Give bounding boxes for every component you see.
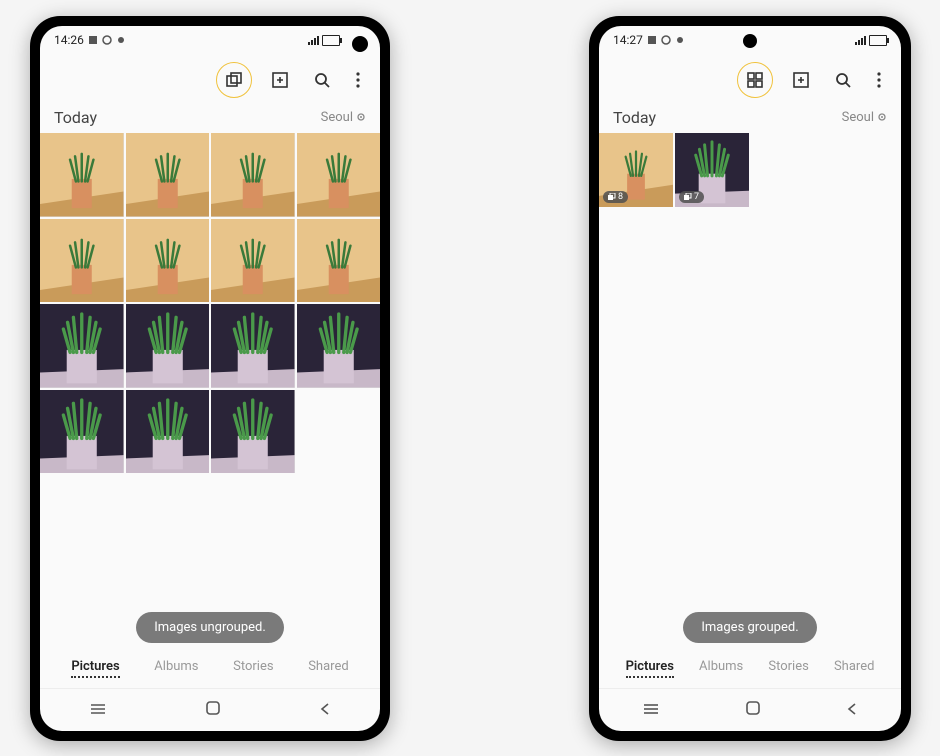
create-button[interactable] <box>266 66 294 94</box>
more-button[interactable] <box>350 66 366 94</box>
photo-thumb[interactable] <box>297 219 381 303</box>
status-time: 14:26 <box>54 33 84 47</box>
nav-bar <box>40 688 380 731</box>
nav-back-icon[interactable] <box>319 701 331 720</box>
photo-thumb[interactable] <box>297 133 381 217</box>
nav-home-icon[interactable] <box>745 700 761 720</box>
toast-message: Images grouped. <box>683 612 816 643</box>
photo-thumb[interactable] <box>126 219 210 303</box>
tab-pictures[interactable]: Pictures <box>626 659 674 678</box>
toolbar <box>40 54 380 106</box>
toolbar <box>599 54 901 106</box>
location-label[interactable]: Seoul <box>842 110 887 125</box>
photo-thumb[interactable] <box>40 304 124 388</box>
tab-stories[interactable]: Stories <box>768 659 808 678</box>
photo-thumb[interactable] <box>126 390 210 474</box>
photo-thumb[interactable] <box>211 390 295 474</box>
stack-icon <box>608 193 616 201</box>
search-button[interactable] <box>308 66 336 94</box>
tab-shared[interactable]: Shared <box>308 659 348 678</box>
notification-icon <box>88 35 98 45</box>
photo-thumb[interactable] <box>297 304 381 388</box>
status-bar: 14:27 <box>599 26 901 54</box>
nav-home-icon[interactable] <box>205 700 221 720</box>
stack-icon <box>684 193 692 201</box>
section-header: Today Seoul <box>599 106 901 133</box>
stack-count-badge: 8 <box>603 191 628 203</box>
stack-count-badge: 7 <box>679 191 704 203</box>
status-bar: 14:26 <box>40 26 380 54</box>
sync-status-icon <box>116 35 126 45</box>
more-button[interactable] <box>871 66 887 94</box>
bottom-tabs: Pictures Albums Stories Shared <box>40 653 380 688</box>
tab-pictures[interactable]: Pictures <box>71 659 119 678</box>
nav-bar <box>599 688 901 731</box>
location-pin-icon <box>877 113 887 123</box>
photo-thumb[interactable] <box>211 219 295 303</box>
battery-icon <box>869 35 887 46</box>
tab-stories[interactable]: Stories <box>233 659 273 678</box>
photo-grid <box>40 133 380 473</box>
photo-thumb[interactable] <box>126 304 210 388</box>
photo-thumb[interactable] <box>211 304 295 388</box>
nav-recents-icon[interactable] <box>89 701 107 720</box>
photo-stack[interactable]: 8 <box>599 133 673 207</box>
nav-recents-icon[interactable] <box>642 701 660 720</box>
tab-albums[interactable]: Albums <box>699 659 743 678</box>
bottom-tabs: Pictures Albums Stories Shared <box>599 653 901 688</box>
phone-s10: 14:26 <box>30 16 390 741</box>
nav-back-icon[interactable] <box>846 701 858 720</box>
location-label[interactable]: Seoul <box>321 110 366 125</box>
section-title: Today <box>613 108 656 127</box>
photo-grid: 8 7 <box>599 133 901 207</box>
create-button[interactable] <box>787 66 815 94</box>
tab-shared[interactable]: Shared <box>834 659 874 678</box>
group-toggle-button[interactable] <box>216 62 252 98</box>
photo-thumb[interactable] <box>40 390 124 474</box>
status-time: 14:27 <box>613 33 643 47</box>
photo-thumb[interactable] <box>40 133 124 217</box>
location-pin-icon <box>356 113 366 123</box>
group-toggle-button[interactable] <box>737 62 773 98</box>
tab-albums[interactable]: Albums <box>154 659 198 678</box>
screen: 14:26 <box>40 26 380 731</box>
phone-note10: 14:27 <box>589 16 911 741</box>
battery-icon <box>322 35 340 46</box>
section-title: Today <box>54 108 97 127</box>
sync-status-icon <box>675 35 685 45</box>
notification-icon <box>647 35 657 45</box>
photo-thumb[interactable] <box>40 219 124 303</box>
photo-thumb[interactable] <box>126 133 210 217</box>
toast-message: Images ungrouped. <box>136 612 284 643</box>
section-header: Today Seoul <box>40 106 380 133</box>
settings-status-icon <box>661 35 671 45</box>
signal-icon <box>308 35 319 45</box>
photo-stack[interactable]: 7 <box>675 133 749 207</box>
search-button[interactable] <box>829 66 857 94</box>
settings-status-icon <box>102 35 112 45</box>
signal-icon <box>855 35 866 45</box>
photo-thumb[interactable] <box>211 133 295 217</box>
screen: 14:27 <box>599 26 901 731</box>
